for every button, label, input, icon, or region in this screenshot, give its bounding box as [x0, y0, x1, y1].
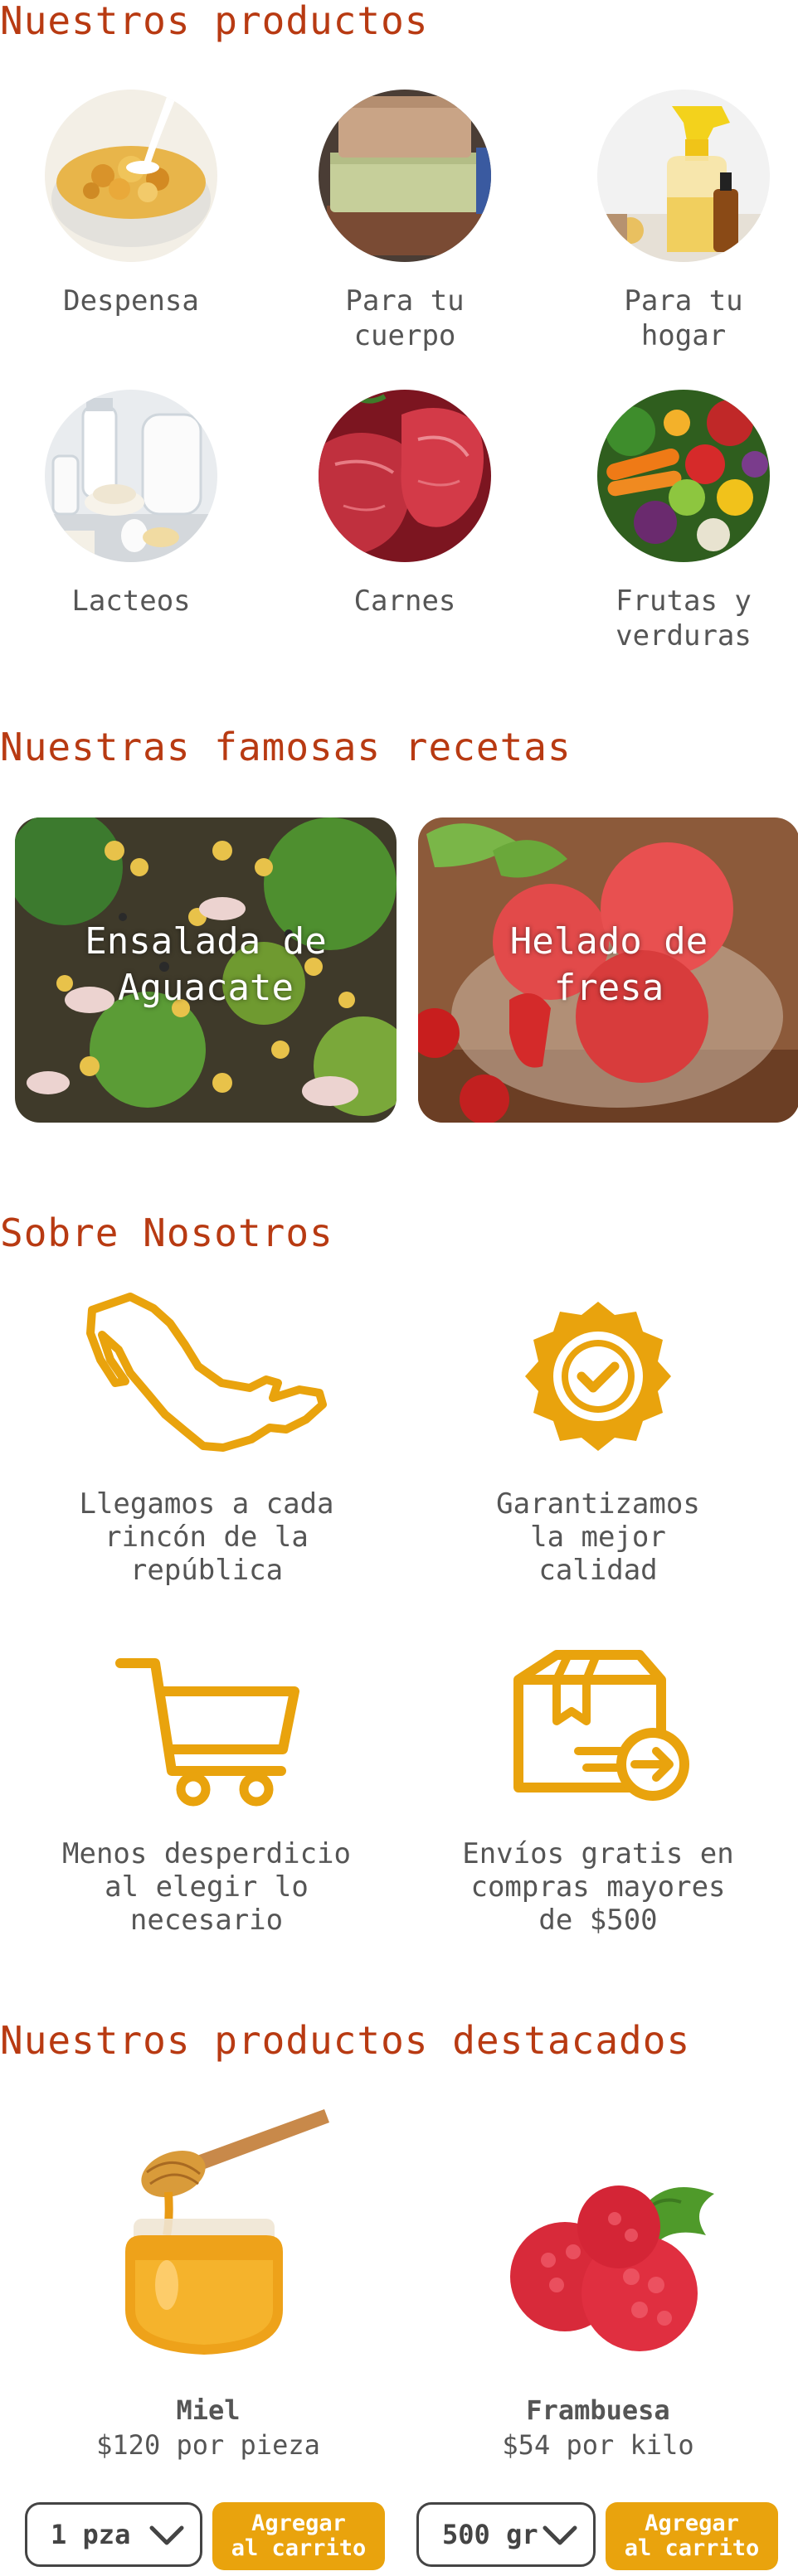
raspberry-image: [510, 2185, 714, 2351]
product-name: Frambuesa: [526, 2394, 670, 2426]
category-label: Frutas y verduras: [616, 585, 752, 652]
category-label: Despensa: [63, 284, 199, 318]
category-para-tu-cuerpo[interactable]: Para tu cuerpo: [297, 90, 513, 353]
honey-jar-image: [125, 2109, 329, 2355]
category-label: Para tu hogar: [624, 284, 743, 352]
chevron-down-icon: [149, 2525, 184, 2545]
add-to-cart-button-miel[interactable]: Agregar al carrito: [212, 2502, 385, 2570]
quantity-select-miel[interactable]: 1 pza: [25, 2502, 202, 2567]
quantity-select-frambuesa[interactable]: 500 gr: [416, 2502, 596, 2567]
product-card-miel: Miel $120 por pieza: [13, 2103, 403, 2461]
product-price: $54 por kilo: [502, 2429, 694, 2461]
recipe-card-ensalada[interactable]: Ensalada de Aguacate: [15, 817, 397, 1123]
fruits-vegetables-image: [597, 390, 770, 562]
recipe-title: Ensalada de Aguacate: [85, 920, 327, 1009]
soap-bars-image: [319, 90, 491, 262]
about-text: Menos desperdicio al elegir lo necesario: [62, 1837, 351, 1937]
category-frutas-y-verduras[interactable]: Frutas y verduras: [576, 390, 791, 653]
add-to-cart-button-frambuesa[interactable]: Agregar al carrito: [606, 2502, 778, 2570]
category-lacteos[interactable]: Lacteos: [23, 390, 239, 619]
cereal-bowl-image: [45, 90, 217, 262]
about-section-title: Sobre Nosotros: [0, 1210, 333, 1255]
category-label: Para tu cuerpo: [345, 284, 465, 352]
category-carnes[interactable]: Carnes: [297, 390, 513, 619]
chevron-down-icon: [543, 2525, 577, 2545]
quantity-value: 1 pza: [51, 2519, 131, 2550]
quality-badge-icon: [525, 1302, 671, 1451]
products-section-title: Nuestros productos: [0, 0, 429, 43]
shopping-cart-icon: [115, 1658, 299, 1807]
category-para-tu-hogar[interactable]: Para tu hogar: [576, 90, 791, 353]
raw-meat-image: [319, 390, 491, 562]
product-price: $120 por pieza: [96, 2429, 320, 2461]
about-item-coverage: Llegamos a cada rincón de la república: [28, 1290, 385, 1587]
product-card-frambuesa: Frambuesa $54 por kilo: [403, 2103, 793, 2461]
recipes-section-title: Nuestras famosas recetas: [0, 725, 572, 769]
shipping-box-icon: [513, 1650, 689, 1801]
about-item-waste: Menos desperdicio al elegir lo necesario: [28, 1647, 385, 1937]
recipe-title: Helado de fresa: [509, 920, 708, 1009]
about-text: Envíos gratis en compras mayores de $500: [462, 1837, 734, 1937]
dairy-products-image: [45, 390, 217, 562]
cleaning-spray-image: [597, 90, 770, 262]
category-label: Lacteos: [71, 585, 191, 618]
category-despensa[interactable]: Despensa: [23, 90, 239, 318]
about-text: Llegamos a cada rincón de la república: [79, 1487, 334, 1587]
about-item-shipping: Envíos gratis en compras mayores de $500: [420, 1638, 776, 1937]
category-label: Carnes: [353, 585, 456, 618]
about-item-quality: Garantizamos la mejor calidad: [420, 1290, 776, 1587]
recipe-card-helado[interactable]: Helado de fresa: [418, 817, 798, 1123]
quantity-value: 500 gr: [442, 2519, 538, 2550]
featured-section-title: Nuestros productos destacados: [0, 2018, 691, 2063]
product-name: Miel: [176, 2394, 241, 2426]
mexico-map-icon: [86, 1293, 327, 1452]
about-text: Garantizamos la mejor calidad: [496, 1487, 700, 1587]
